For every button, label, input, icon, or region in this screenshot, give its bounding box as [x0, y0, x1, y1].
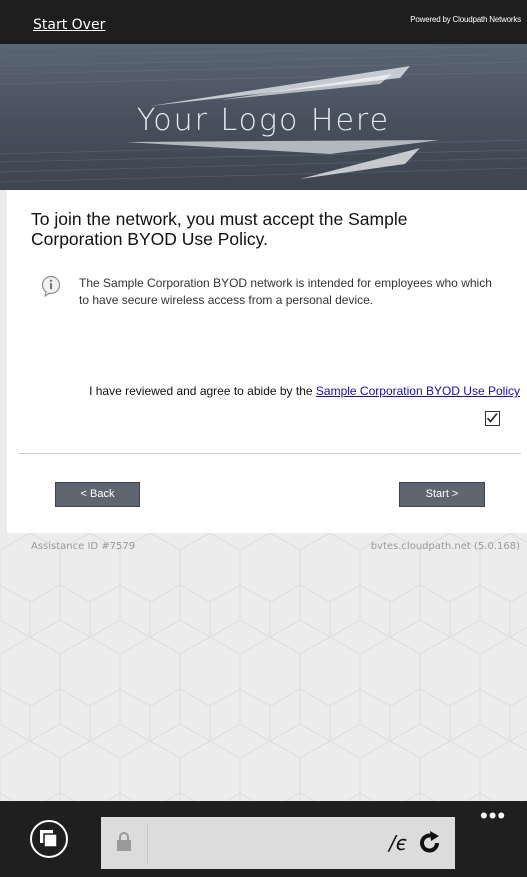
divider — [19, 453, 521, 454]
address-text: /є — [389, 831, 407, 855]
logo-banner: Your Logo Here — [0, 44, 527, 190]
powered-by-text: Powered by Cloudpath Networks — [410, 15, 521, 24]
agreement-prefix: I have reviewed and agree to abide by th… — [89, 384, 316, 398]
policy-link[interactable]: Sample Corporation BYOD Use Policy — [316, 384, 520, 398]
page-title: To join the network, you must accept the… — [31, 209, 408, 249]
tabs-icon — [40, 830, 58, 848]
logo-placeholder-text: Your Logo Here — [136, 103, 391, 138]
assistance-id: Assistance ID #7579 — [31, 541, 136, 552]
policy-panel: To join the network, you must accept the… — [7, 190, 527, 533]
back-button[interactable]: < Back — [55, 482, 140, 507]
info-icon — [41, 275, 61, 297]
hex-pattern-background — [0, 533, 527, 801]
lock-icon — [117, 832, 131, 851]
checkmark-icon — [486, 412, 498, 423]
top-bar: Start Over Powered by Cloudpath Networks — [0, 0, 527, 44]
server-version: bvtes.cloudpath.net (5.0.168) — [370, 541, 520, 552]
tabs-button[interactable] — [30, 820, 68, 858]
page-footer: Assistance ID #7579 bvtes.cloudpath.net … — [0, 533, 527, 801]
agreement-text: I have reviewed and agree to abide by th… — [60, 384, 520, 398]
start-over-link[interactable]: Start Over — [33, 17, 105, 33]
address-bar[interactable]: /є — [101, 817, 455, 869]
browser-app-bar: /є ••• — [0, 801, 527, 877]
start-button[interactable]: Start > — [399, 482, 485, 507]
address-separator — [147, 823, 148, 863]
agree-checkbox[interactable] — [485, 411, 500, 426]
more-options-button[interactable]: ••• — [480, 803, 506, 829]
refresh-icon[interactable] — [417, 830, 443, 856]
info-message: The Sample Corporation BYOD network is i… — [79, 276, 492, 307]
